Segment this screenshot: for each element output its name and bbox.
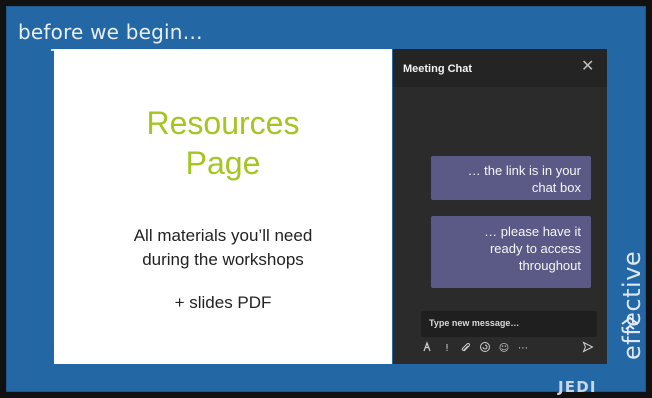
- close-icon[interactable]: ✕: [581, 58, 595, 74]
- paperclip-icon-svg: [461, 342, 471, 352]
- exclamation-icon[interactable]: !: [440, 341, 454, 357]
- message-line-1: … the link is in your: [467, 163, 581, 178]
- more-icon[interactable]: ⋯: [516, 341, 530, 357]
- chat-header: Meeting Chat ✕: [393, 49, 607, 87]
- message-input-placeholder: Type new message…: [429, 318, 520, 328]
- resources-heading: Resources Page: [54, 103, 392, 183]
- materials-description: All materials you’ll need during the wor…: [54, 224, 392, 272]
- send-icon[interactable]: [581, 341, 595, 357]
- resources-card: Resources Page All materials you’ll need…: [54, 49, 392, 364]
- emoji-icon[interactable]: ☺: [497, 341, 511, 357]
- presentation-slide: before we begin… Resources Page All mate…: [6, 6, 646, 396]
- heading-line-1: Resources: [146, 105, 300, 141]
- chat-message: … please have it ready to access through…: [431, 216, 591, 288]
- message-line-2: chat box: [531, 180, 581, 195]
- jedi-mark: JEDI: [558, 378, 597, 396]
- compose-toolbar: ! ☺ ⋯: [421, 341, 597, 359]
- slides-pdf-note: + slides PDF: [174, 293, 272, 312]
- chat-title: Meeting Chat: [403, 63, 473, 75]
- chat-message: … the link is in your chat box: [431, 156, 591, 200]
- loop-icon[interactable]: [478, 341, 492, 357]
- format-icon-svg: [423, 341, 431, 352]
- heading-line-2: Page: [185, 145, 261, 181]
- message-input-box[interactable]: Type new message…: [421, 311, 597, 337]
- materials-line-2: during the workshops: [142, 250, 304, 269]
- slide-title: before we begin…: [18, 20, 203, 44]
- message-line-2: ready to access: [489, 241, 581, 256]
- paperclip-icon[interactable]: [459, 341, 473, 357]
- meeting-chat-panel: Meeting Chat ✕ … the link is in your cha…: [393, 49, 607, 364]
- loop-icon-svg: [480, 342, 490, 352]
- format-icon[interactable]: [421, 341, 435, 357]
- send-icon-svg: [582, 341, 594, 353]
- message-line-3: throughout: [518, 258, 581, 273]
- materials-line-1: All materials you’ll need: [133, 226, 313, 245]
- message-line-1: … please have it: [484, 224, 581, 239]
- effective-side-text: effective: [618, 250, 646, 360]
